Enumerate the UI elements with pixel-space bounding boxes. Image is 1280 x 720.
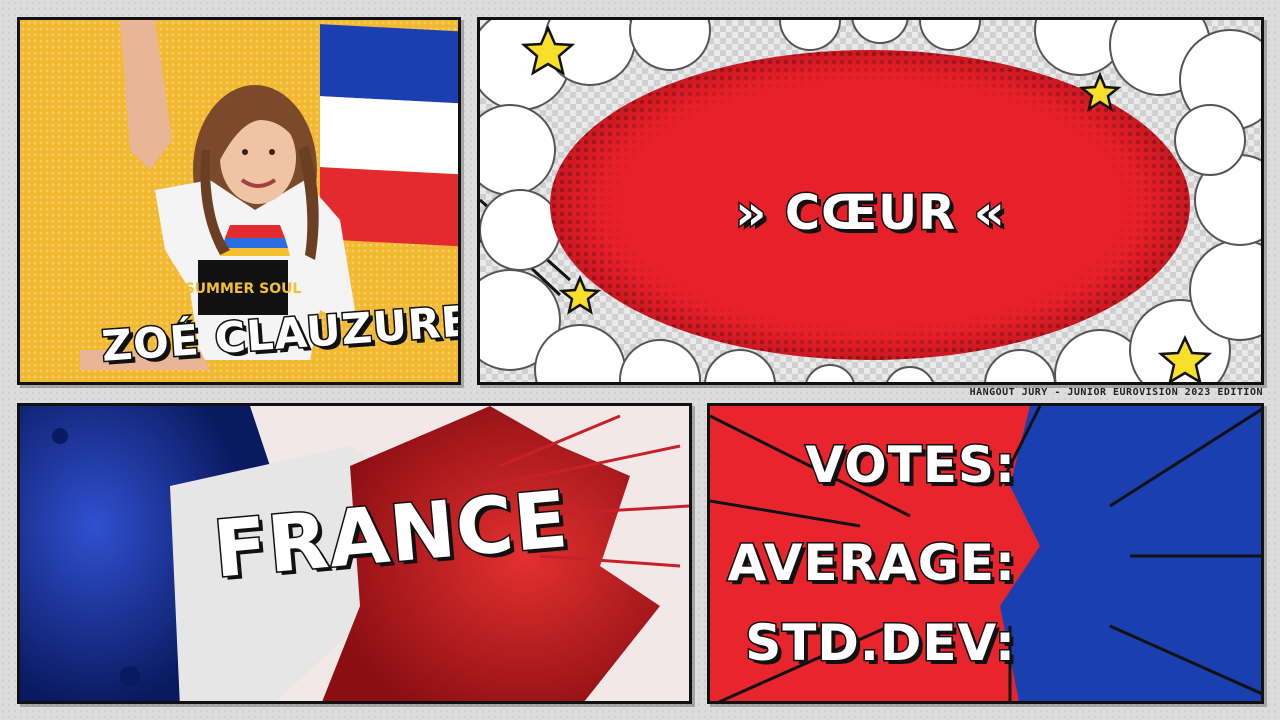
artist-panel: SUMMER SOUL ZOÉ CLAUZURE bbox=[17, 17, 461, 385]
star-icon bbox=[558, 274, 602, 315]
average-label: AVERAGE: bbox=[726, 533, 1017, 594]
star-icon bbox=[1078, 71, 1122, 112]
song-panel: » CŒUR « bbox=[477, 17, 1264, 385]
stats-panel: VOTES: AVERAGE: STD.DEV: bbox=[707, 403, 1264, 704]
song-title: » CŒUR « bbox=[734, 184, 1007, 243]
star-icon bbox=[1157, 335, 1213, 382]
stddev-label: STD.DEV: bbox=[744, 613, 1017, 674]
footer-caption: HANGOUT JURY - JUNIOR EUROVISION 2023 ED… bbox=[969, 387, 1263, 398]
shirt-print-text: SUMMER SOUL bbox=[185, 281, 302, 297]
star-icon bbox=[520, 24, 576, 76]
country-panel: FRANCE bbox=[17, 403, 692, 704]
votes-label: VOTES: bbox=[804, 435, 1017, 496]
